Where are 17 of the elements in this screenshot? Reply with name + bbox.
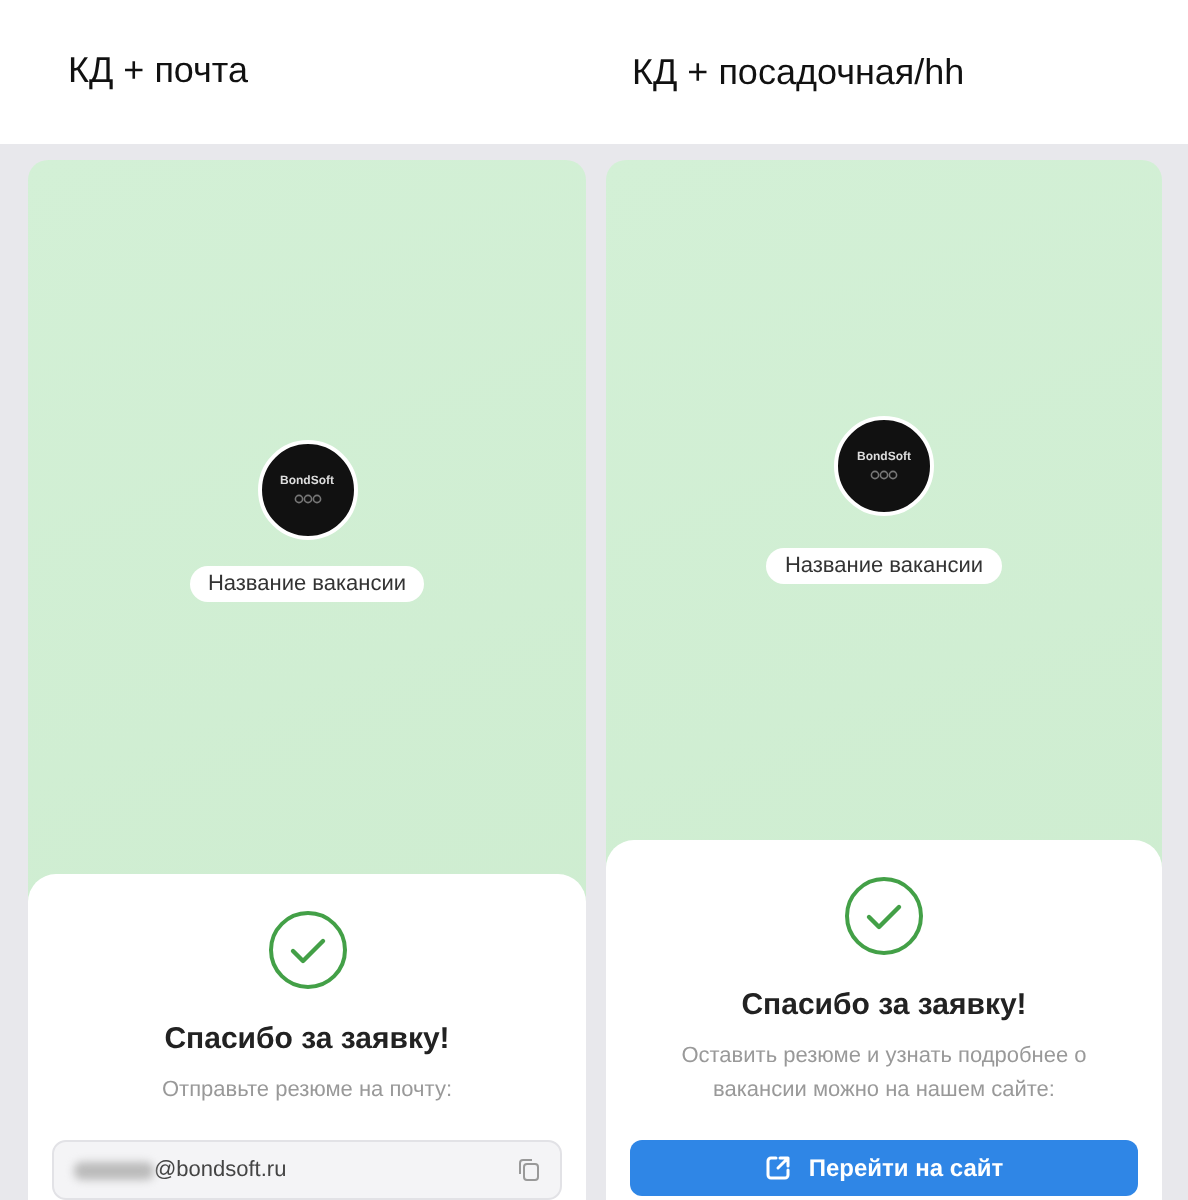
instruction-text: Отправьте резюме на почту: <box>159 1075 455 1105</box>
panel-title: КД + почта <box>68 50 248 93</box>
external-link-icon <box>764 1154 793 1182</box>
instruction-text: Оставить резюме и узнать подробнее о вакансии можно на нашем сайте: <box>679 1042 1089 1105</box>
copy-icon[interactable] <box>518 1158 540 1182</box>
thanks-heading: Спасибо за заявку! <box>741 988 1027 1022</box>
go-to-site-button[interactable]: Перейти на сайт <box>630 1140 1138 1196</box>
dots-icon <box>870 470 898 480</box>
check-circle-icon <box>844 876 924 956</box>
vacancy-label: Название вакансии <box>189 565 425 601</box>
dots-icon <box>293 493 321 503</box>
check-circle-icon <box>267 909 347 989</box>
email-field[interactable]: @bondsoft.ru <box>52 1140 562 1200</box>
vacancy-label: Название вакансии <box>766 548 1002 584</box>
thanks-heading: Спасибо за заявку! <box>164 1021 450 1055</box>
blurred-text <box>74 1161 154 1179</box>
panel-title: КД + посадочная/hh <box>632 51 965 93</box>
